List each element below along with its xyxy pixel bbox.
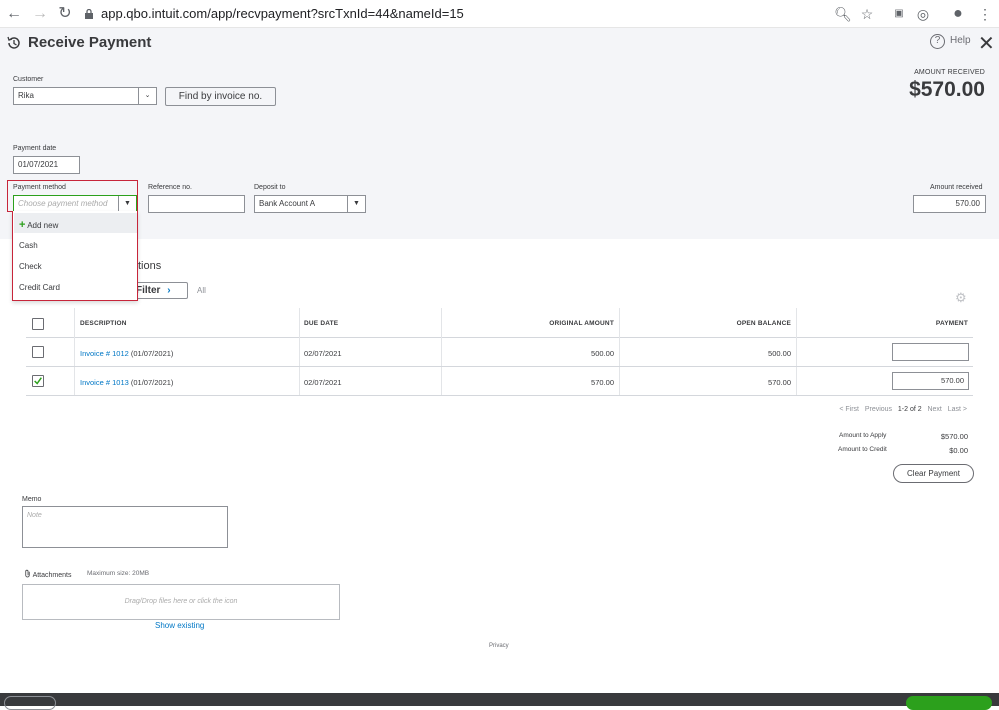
chevron-right-icon: ›: [167, 285, 171, 296]
dropdown-item-cash[interactable]: Cash: [19, 241, 38, 250]
reference-input[interactable]: [148, 195, 245, 213]
privacy-link[interactable]: Privacy: [489, 643, 509, 649]
payment-input[interactable]: 570.00: [892, 372, 969, 390]
star-icon[interactable]: ☆: [858, 5, 876, 23]
eye-icon[interactable]: ◎: [914, 5, 932, 23]
chevron-down-icon: ⌄: [138, 88, 156, 104]
extension-icon[interactable]: ▣: [890, 5, 908, 23]
customer-label: Customer: [13, 76, 44, 83]
pager-current: 1-2 of 2: [897, 406, 922, 413]
invoice-link[interactable]: Invoice # 1012: [80, 349, 129, 358]
highlight-outline: [7, 180, 138, 212]
invoice-date: (01/07/2021): [128, 378, 174, 387]
column-header-description: DESCRIPTION: [80, 320, 127, 327]
kebab-menu-icon[interactable]: ⋮: [976, 5, 994, 23]
amount-to-credit-value: $0.00: [949, 446, 968, 455]
gear-icon[interactable]: ⚙: [955, 290, 967, 306]
search-icon[interactable]: 🔍︎: [834, 5, 852, 23]
row-open-balance: 500.00: [768, 349, 791, 358]
pager-next[interactable]: Next: [927, 406, 941, 413]
row-due-date: 02/07/2021: [304, 349, 342, 358]
back-arrow-icon[interactable]: ←: [4, 4, 24, 24]
caret-down-icon: ▼: [347, 196, 365, 212]
table-row: Invoice # 1012 (01/07/2021) 02/07/2021 5…: [26, 338, 973, 367]
history-icon[interactable]: [6, 35, 22, 51]
browser-toolbar: ← → ↻ app.qbo.intuit.com/app/recvpayment…: [0, 0, 999, 28]
address-bar[interactable]: app.qbo.intuit.com/app/recvpayment?srcTx…: [84, 3, 864, 25]
amount-to-credit-label: Amount to Credit: [838, 446, 887, 453]
help-button[interactable]: ? Help: [930, 34, 971, 49]
dropdown-item-credit-card[interactable]: Credit Card: [19, 283, 60, 292]
reload-icon[interactable]: ↻: [55, 4, 75, 24]
invoice-link[interactable]: Invoice # 1013: [80, 378, 129, 387]
show-existing-link[interactable]: Show existing: [155, 621, 204, 630]
memo-label: Memo: [22, 496, 42, 503]
pager-first[interactable]: < First: [839, 406, 859, 413]
customer-value: Rika: [18, 91, 35, 100]
lock-icon: [85, 9, 93, 19]
checkmark-icon: [34, 377, 42, 385]
close-icon[interactable]: ✕: [978, 31, 995, 56]
reference-label: Reference no.: [148, 184, 192, 191]
plus-icon: +: [19, 219, 26, 231]
save-button[interactable]: [906, 696, 992, 710]
attachments-heading: Attachments: [24, 569, 71, 579]
payment-input[interactable]: [892, 343, 969, 361]
clear-payment-button[interactable]: Clear Payment: [893, 464, 974, 483]
row-description: Invoice # 1013 (01/07/2021): [80, 378, 173, 387]
row-open-balance: 570.00: [768, 378, 791, 387]
amount-received-input[interactable]: 570.00: [913, 195, 986, 213]
select-all-checkbox[interactable]: [32, 318, 44, 330]
deposit-to-value: Bank Account A: [259, 199, 316, 208]
page-title: Receive Payment: [28, 34, 152, 51]
deposit-to-label: Deposit to: [254, 184, 286, 191]
amount-received-label: Amount received: [930, 184, 983, 191]
payment-method-dropdown: + Add new Cash Check Credit Card: [12, 211, 138, 301]
column-header-original-amount: ORIGINAL AMOUNT: [549, 320, 614, 327]
url-text: app.qbo.intuit.com/app/recvpayment?srcTx…: [101, 6, 464, 21]
amount-received-header: AMOUNT RECEIVED: [914, 69, 985, 76]
profile-icon[interactable]: ●: [949, 5, 967, 23]
attachments-label: Attachments: [32, 572, 72, 579]
row-checkbox[interactable]: [32, 346, 44, 358]
pager-last[interactable]: Last >: [948, 406, 967, 413]
cancel-button[interactable]: [4, 696, 56, 710]
amount-to-apply-label: Amount to Apply: [839, 432, 887, 439]
attachment-drop-zone[interactable]: Drag/Drop files here or click the icon: [22, 584, 340, 620]
memo-textarea[interactable]: Note: [22, 506, 228, 548]
paperclip-icon: [25, 569, 30, 578]
payment-date-label: Payment date: [13, 145, 57, 152]
row-due-date: 02/07/2021: [304, 378, 342, 387]
column-header-open-balance: OPEN BALANCE: [736, 320, 791, 327]
amount-received-total: $570.00: [909, 78, 985, 101]
row-description: Invoice # 1012 (01/07/2021): [80, 349, 173, 358]
invoice-date: (01/07/2021): [128, 349, 174, 358]
customer-select[interactable]: Rika ⌄: [13, 87, 157, 105]
filter-all-label: All: [197, 286, 206, 295]
section-title: tions: [138, 260, 162, 272]
attachments-max-size: Maximum size: 20MB: [87, 570, 150, 577]
column-header-payment: PAYMENT: [935, 320, 968, 327]
footer-bar: [0, 693, 999, 710]
row-original-amount: 570.00: [591, 378, 614, 387]
column-header-due-date: DUE DATE: [304, 320, 339, 327]
help-icon: ?: [930, 34, 945, 49]
row-original-amount: 500.00: [591, 349, 614, 358]
help-label: Help: [950, 35, 971, 46]
deposit-to-select[interactable]: Bank Account A ▼: [254, 195, 366, 213]
find-by-invoice-button[interactable]: Find by invoice no.: [165, 87, 276, 106]
pagination: < First Previous 1-2 of 2 Next Last >: [839, 406, 967, 413]
dropdown-item-check[interactable]: Check: [19, 262, 42, 271]
table-header-row: DESCRIPTION DUE DATE ORIGINAL AMOUNT OPE…: [26, 308, 973, 338]
row-checkbox-checked[interactable]: [32, 375, 44, 387]
filter-label: Filter: [136, 285, 161, 296]
dropdown-item-add-new-label[interactable]: + Add new: [19, 219, 58, 231]
payment-date-input[interactable]: 01/07/2021: [13, 156, 80, 174]
table-row: Invoice # 1013 (01/07/2021) 02/07/2021 5…: [26, 367, 973, 396]
add-new-text: Add new: [27, 221, 59, 230]
amount-to-apply-value: $570.00: [940, 432, 968, 441]
pager-previous[interactable]: Previous: [865, 406, 892, 413]
forward-arrow-icon[interactable]: →: [30, 4, 50, 24]
